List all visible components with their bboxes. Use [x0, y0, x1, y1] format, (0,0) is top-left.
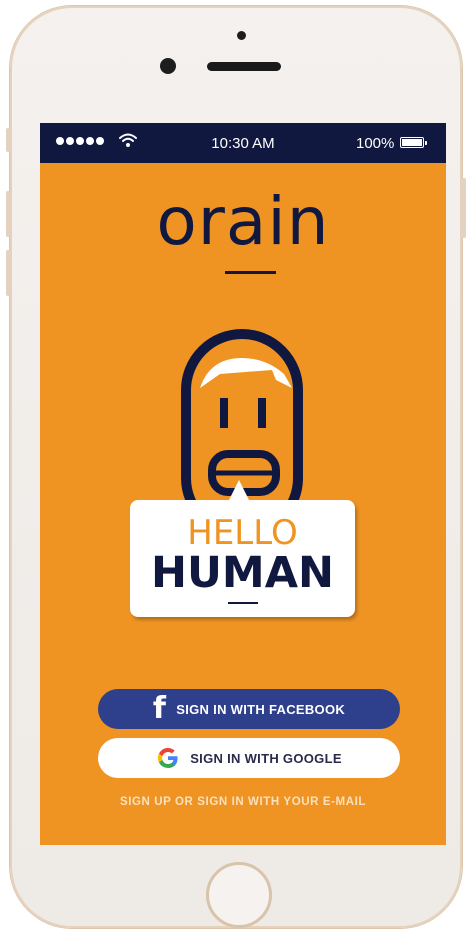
greeting-line2: HUMAN	[151, 548, 334, 598]
volume-down-button	[6, 250, 10, 296]
google-signin-button[interactable]: SIGN IN WITH GOOGLE	[98, 738, 400, 778]
greeting-line1: HELLO	[187, 513, 298, 553]
greeting-underline	[228, 602, 258, 604]
facebook-icon: f	[152, 691, 167, 726]
facebook-signin-label: SIGN IN WITH FACEBOOK	[176, 701, 346, 717]
status-bar: 10:30 AM 100%	[40, 123, 446, 163]
greeting-bubble: HELLO HUMAN	[130, 500, 355, 617]
battery-percent: 100%	[356, 135, 395, 152]
email-signin-link[interactable]: SIGN UP OR SIGN IN WITH YOUR E-MAIL	[40, 796, 446, 808]
proximity-sensor	[237, 31, 246, 40]
volume-up-button	[6, 191, 10, 237]
google-signin-label: SIGN IN WITH GOOGLE	[190, 750, 342, 766]
mute-switch	[6, 128, 10, 152]
app-logo: orain	[156, 183, 330, 260]
facebook-signin-button[interactable]: f SIGN IN WITH FACEBOOK	[98, 689, 400, 729]
google-icon	[158, 747, 178, 769]
earpiece-speaker	[207, 62, 281, 71]
speech-bubble-tail	[228, 480, 250, 502]
battery-icon	[400, 137, 427, 148]
front-camera	[160, 58, 176, 74]
logo-underline	[225, 271, 276, 274]
power-button	[462, 178, 466, 238]
home-button	[206, 862, 272, 928]
app-screen: 10:30 AM 100% orain HELLO HUMAN f SIGN I…	[40, 123, 446, 845]
